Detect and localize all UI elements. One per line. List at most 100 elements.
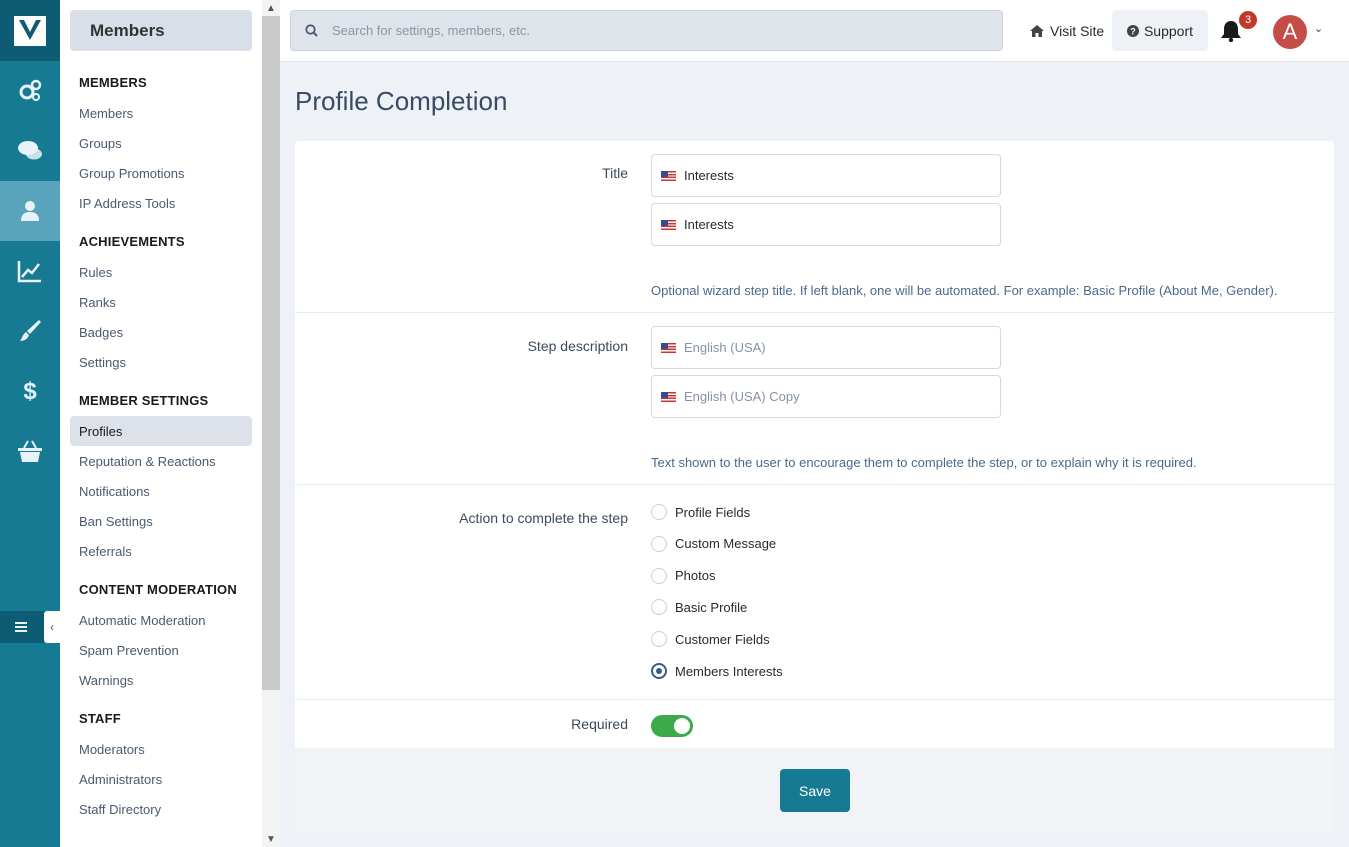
description-field-1[interactable] xyxy=(651,326,1001,369)
sidebar-item-moderators[interactable]: Moderators xyxy=(70,734,252,764)
sidebar-item-reputation-reactions[interactable]: Reputation & Reactions xyxy=(70,446,252,476)
radio-button[interactable] xyxy=(651,504,667,520)
radio-button[interactable] xyxy=(651,599,667,616)
sidebar-item-ranks[interactable]: Ranks xyxy=(70,287,252,317)
gears-icon[interactable] xyxy=(0,61,60,121)
question-circle-icon: ? xyxy=(1126,24,1139,37)
required-toggle[interactable] xyxy=(651,715,693,737)
description-help: Text shown to the user to encourage them… xyxy=(651,455,1197,470)
sidebar-section: MEMBERS Members Groups Group Promotions IP A… xyxy=(60,75,262,218)
brush-icon[interactable] xyxy=(0,301,60,361)
home-icon xyxy=(1030,25,1044,37)
basket-icon[interactable] xyxy=(0,421,60,481)
title-input-2[interactable] xyxy=(684,217,984,232)
support-label: Support xyxy=(1143,22,1194,39)
chat-icon[interactable] xyxy=(0,121,60,181)
search-box[interactable] xyxy=(290,10,1003,51)
title-label: Title xyxy=(602,165,628,181)
sidebar-scrollbar[interactable]: ▲ ▼ xyxy=(262,0,280,847)
action-option-label: Photos xyxy=(675,568,716,584)
sidebar-item-group-promotions[interactable]: Group Promotions xyxy=(70,158,252,188)
search-icon xyxy=(305,24,318,37)
scroll-up-icon[interactable]: ▲ xyxy=(262,0,280,16)
visit-site-link[interactable]: Visit Site xyxy=(1026,14,1108,48)
chevron-down-icon[interactable]: ⌄ xyxy=(1314,22,1326,36)
chevron-left-icon[interactable]: ‹ xyxy=(44,611,60,643)
search-input[interactable] xyxy=(332,23,932,38)
sidebar-item-automatic-moderation[interactable]: Automatic Moderation xyxy=(70,605,252,635)
description-row: Step description Text shown to the user … xyxy=(295,313,1334,485)
visit-site-label: Visit Site xyxy=(1050,23,1105,39)
action-option[interactable]: Custom Message xyxy=(651,535,777,552)
sidebar-item-staff-directory[interactable]: Staff Directory xyxy=(70,794,252,824)
sidebar-item-ip-address-tools[interactable]: IP Address Tools xyxy=(70,188,252,218)
form-footer: Save xyxy=(295,748,1334,832)
sidebar-section-heading: MEMBER SETTINGS xyxy=(79,393,209,408)
chart-icon[interactable] xyxy=(0,241,60,301)
top-bar: Visit Site ? Support 3 A ⌄ xyxy=(280,0,1349,62)
title-field-1[interactable] xyxy=(651,154,1001,197)
svg-text:?: ? xyxy=(1130,26,1136,36)
title-row: Title Optional wizard step title. If lef… xyxy=(295,141,1334,313)
sidebar-section-heading: MEMBERS xyxy=(79,75,147,90)
sidebar-item-badges[interactable]: Badges xyxy=(70,317,252,347)
action-option-label: Custom Message xyxy=(675,536,777,552)
description-input-1[interactable] xyxy=(684,340,984,355)
action-option-label: Basic Profile xyxy=(675,599,748,615)
sidebar-section: CONTENT MODERATION Automatic Moderation Sp… xyxy=(60,582,262,695)
svg-text:$: $ xyxy=(23,378,37,404)
radio-button[interactable] xyxy=(651,567,667,584)
action-row: Action to complete the step Profile Fiel… xyxy=(295,485,1334,700)
us-flag-icon xyxy=(661,219,676,230)
sidebar-item-settings[interactable]: Settings xyxy=(70,347,252,377)
action-option-label: Profile Fields xyxy=(675,504,751,520)
sidebar-title: Members xyxy=(70,10,252,51)
support-button[interactable]: ? Support xyxy=(1112,10,1208,51)
radio-button[interactable] xyxy=(651,631,667,648)
required-label: Required xyxy=(571,716,628,732)
sidebar-item-groups[interactable]: Groups xyxy=(70,128,252,158)
action-option[interactable]: Basic Profile xyxy=(651,599,748,616)
action-label: Action to complete the step xyxy=(459,510,628,526)
rail-footer: ‹ xyxy=(0,611,60,643)
scrollbar-thumb[interactable] xyxy=(262,16,280,690)
sidebar-item-warnings[interactable]: Warnings xyxy=(70,665,252,695)
action-option[interactable]: Members Interests xyxy=(651,663,783,679)
radio-button[interactable] xyxy=(651,535,667,552)
action-option[interactable]: Customer Fields xyxy=(651,631,770,648)
logo-icon[interactable] xyxy=(0,0,60,61)
sidebar-item-ban-settings[interactable]: Ban Settings xyxy=(70,506,252,536)
sidebar-item-referrals[interactable]: Referrals xyxy=(70,536,252,566)
sidebar-item-rules[interactable]: Rules xyxy=(70,257,252,287)
scroll-down-icon[interactable]: ▼ xyxy=(262,831,280,847)
sidebar-item-spam-prevention[interactable]: Spam Prevention xyxy=(70,635,252,665)
sidebar-section: MEMBER SETTINGS Profiles Reputation & Reac… xyxy=(60,393,262,566)
sidebar-item-administrators[interactable]: Administrators xyxy=(70,764,252,794)
avatar[interactable]: A xyxy=(1273,15,1307,49)
form-card: Title Optional wizard step title. If lef… xyxy=(295,141,1334,832)
required-row: Required xyxy=(295,700,1334,749)
description-label: Step description xyxy=(527,338,628,354)
description-input-2[interactable] xyxy=(684,389,984,404)
save-button[interactable]: Save xyxy=(780,769,850,812)
us-flag-icon xyxy=(661,342,676,353)
sidebar-section-heading: STAFF xyxy=(79,711,121,726)
dollar-icon[interactable]: $ xyxy=(0,361,60,421)
description-field-2[interactable] xyxy=(651,375,1001,418)
notification-badge: 3 xyxy=(1239,11,1257,29)
action-option[interactable]: Profile Fields xyxy=(651,504,750,520)
menu-icon[interactable] xyxy=(14,619,30,635)
sidebar-section-heading: ACHIEVEMENTS xyxy=(79,234,185,249)
radio-button[interactable] xyxy=(651,663,667,679)
title-field-2[interactable] xyxy=(651,203,1001,246)
sidebar-item-members[interactable]: Members xyxy=(70,98,252,128)
action-option-label: Members Interests xyxy=(675,663,783,679)
user-icon[interactable] xyxy=(0,181,60,241)
sidebar-section: STAFF Moderators Administrators Staff Direc… xyxy=(60,711,262,824)
sidebar-section-heading: CONTENT MODERATION xyxy=(79,582,237,597)
sidebar-item-notifications[interactable]: Notifications xyxy=(70,476,252,506)
sidebar-item-profiles[interactable]: Profiles xyxy=(70,416,252,446)
title-input-1[interactable] xyxy=(684,168,984,183)
action-option[interactable]: Photos xyxy=(651,567,716,584)
page-title: Profile Completion xyxy=(295,86,508,116)
